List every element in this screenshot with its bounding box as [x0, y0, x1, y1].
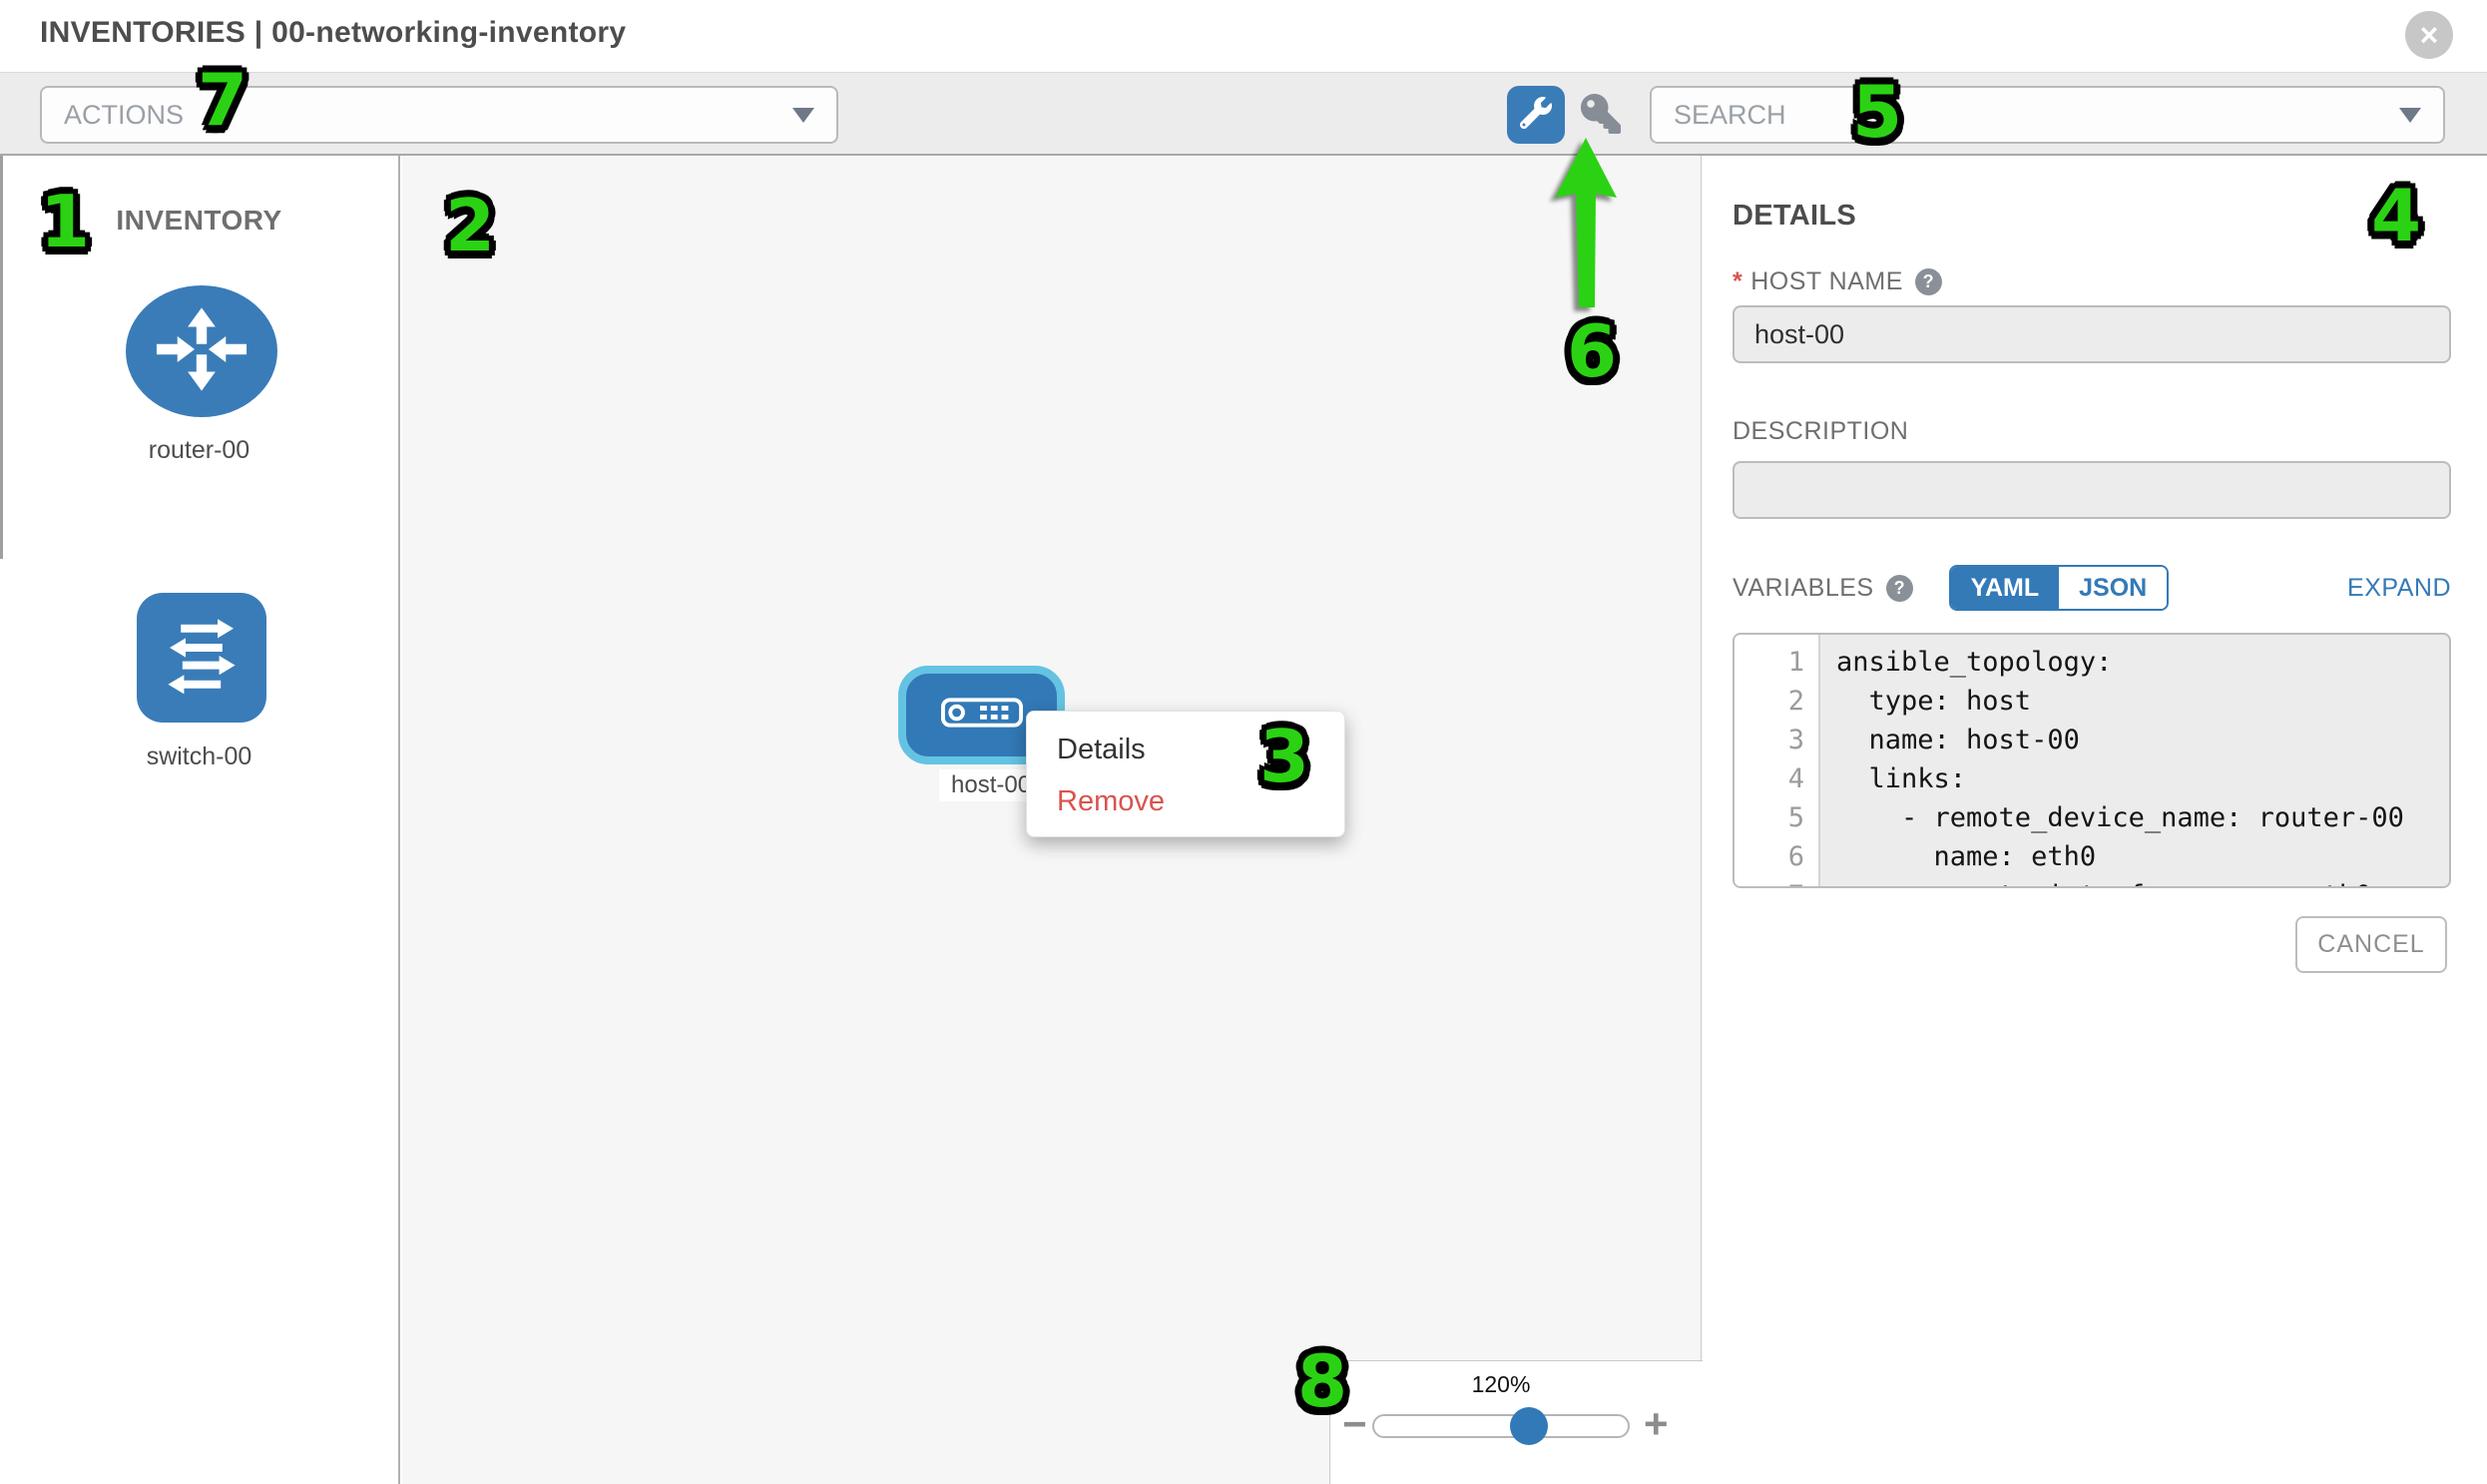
- help-question-icon[interactable]: ?: [1886, 575, 1913, 602]
- host-name-field[interactable]: [1733, 305, 2451, 363]
- annotation-number-4: 4: [2371, 180, 2421, 251]
- key-icon: [1581, 94, 1621, 139]
- annotation-number-7: 7: [198, 64, 248, 136]
- variables-row: VARIABLES ? YAML JSON EXPAND: [1733, 565, 2451, 611]
- line-number: 3: [1735, 721, 1818, 759]
- code-line: ansible_topology:: [1836, 643, 2449, 682]
- variables-format-toggle: YAML JSON: [1949, 565, 2170, 611]
- annotation-number-6: 6: [1567, 315, 1617, 387]
- annotation-number-5: 5: [1852, 76, 1902, 148]
- actions-dropdown-label: ACTIONS: [64, 100, 184, 131]
- description-label-row: DESCRIPTION: [1733, 417, 1908, 446]
- yaml-toggle-button[interactable]: YAML: [1951, 567, 2060, 609]
- search-placeholder: SEARCH: [1674, 100, 1786, 131]
- router-icon: [150, 303, 253, 400]
- sidebar-item-switch[interactable]: [137, 593, 266, 723]
- variables-label: VARIABLES: [1733, 574, 1874, 603]
- code-line: remote_interface_name: eth0: [1836, 876, 2449, 888]
- search-input[interactable]: SEARCH: [1650, 86, 2445, 144]
- inventory-sidebar: INVENTORY router-00: [0, 156, 400, 1484]
- line-number: 4: [1735, 759, 1818, 798]
- actions-dropdown[interactable]: ACTIONS: [40, 86, 838, 144]
- line-number: 7: [1735, 876, 1818, 888]
- host-name-label-row: * HOST NAME ?: [1733, 267, 1942, 296]
- host-device-icon: [941, 698, 1023, 733]
- zoom-slider-thumb[interactable]: [1510, 1407, 1548, 1445]
- sidebar-item-router[interactable]: [126, 285, 277, 417]
- close-icon[interactable]: ×: [2405, 11, 2453, 59]
- editor-line-numbers: 1 2 3 4 5 6 7: [1735, 635, 1820, 886]
- json-toggle-button[interactable]: JSON: [2059, 567, 2167, 609]
- line-number: 1: [1735, 643, 1818, 682]
- page-title: INVENTORIES | 00-networking-inventory: [40, 16, 626, 50]
- annotation-number-3: 3: [1259, 721, 1309, 792]
- line-number: 6: [1735, 837, 1818, 876]
- zoom-in-button[interactable]: +: [1644, 1403, 1669, 1445]
- expand-link[interactable]: EXPAND: [2347, 574, 2451, 603]
- configure-wrench-button[interactable]: [1507, 86, 1565, 144]
- details-panel: DETAILS * HOST NAME ? DESCRIPTION VARIAB…: [1703, 156, 2487, 1484]
- annotation-arrow-up: [1555, 138, 1619, 309]
- code-line: type: host: [1836, 682, 2449, 721]
- variables-code-editor[interactable]: 1 2 3 4 5 6 7 ansible_topology: type: ho…: [1733, 633, 2451, 888]
- switch-label: switch-00: [0, 742, 398, 771]
- details-heading: DETAILS: [1733, 200, 1856, 233]
- line-number: 5: [1735, 798, 1818, 837]
- credentials-key-button[interactable]: [1579, 94, 1623, 138]
- cancel-button[interactable]: CANCEL: [2295, 916, 2447, 973]
- description-label: DESCRIPTION: [1733, 417, 1908, 446]
- zoom-slider[interactable]: [1372, 1414, 1630, 1438]
- zoom-control-panel: 120% − +: [1329, 1360, 1703, 1484]
- code-line: - remote_device_name: router-00: [1836, 798, 2449, 837]
- annotation-number-8: 8: [1297, 1345, 1347, 1417]
- required-asterisk: *: [1733, 267, 1742, 296]
- wrench-icon: [1520, 97, 1552, 134]
- line-number: 2: [1735, 682, 1818, 721]
- zoom-level-value: 120%: [1372, 1371, 1630, 1398]
- header-bar: INVENTORIES | 00-networking-inventory ×: [0, 0, 2487, 72]
- host-name-label: HOST NAME: [1750, 267, 1903, 296]
- code-line: links:: [1836, 759, 2449, 798]
- chevron-down-icon: [792, 108, 814, 123]
- annotation-number-2: 2: [445, 190, 495, 261]
- annotation-number-1: 1: [40, 186, 90, 257]
- switch-icon: [154, 608, 249, 709]
- code-line: name: eth0: [1836, 837, 2449, 876]
- router-label: router-00: [0, 436, 398, 465]
- code-line: name: host-00: [1836, 721, 2449, 759]
- chevron-down-icon: [2399, 108, 2421, 123]
- help-question-icon[interactable]: ?: [1915, 268, 1942, 295]
- editor-code-area[interactable]: ansible_topology: type: host name: host-…: [1820, 635, 2449, 886]
- description-field[interactable]: [1733, 461, 2451, 519]
